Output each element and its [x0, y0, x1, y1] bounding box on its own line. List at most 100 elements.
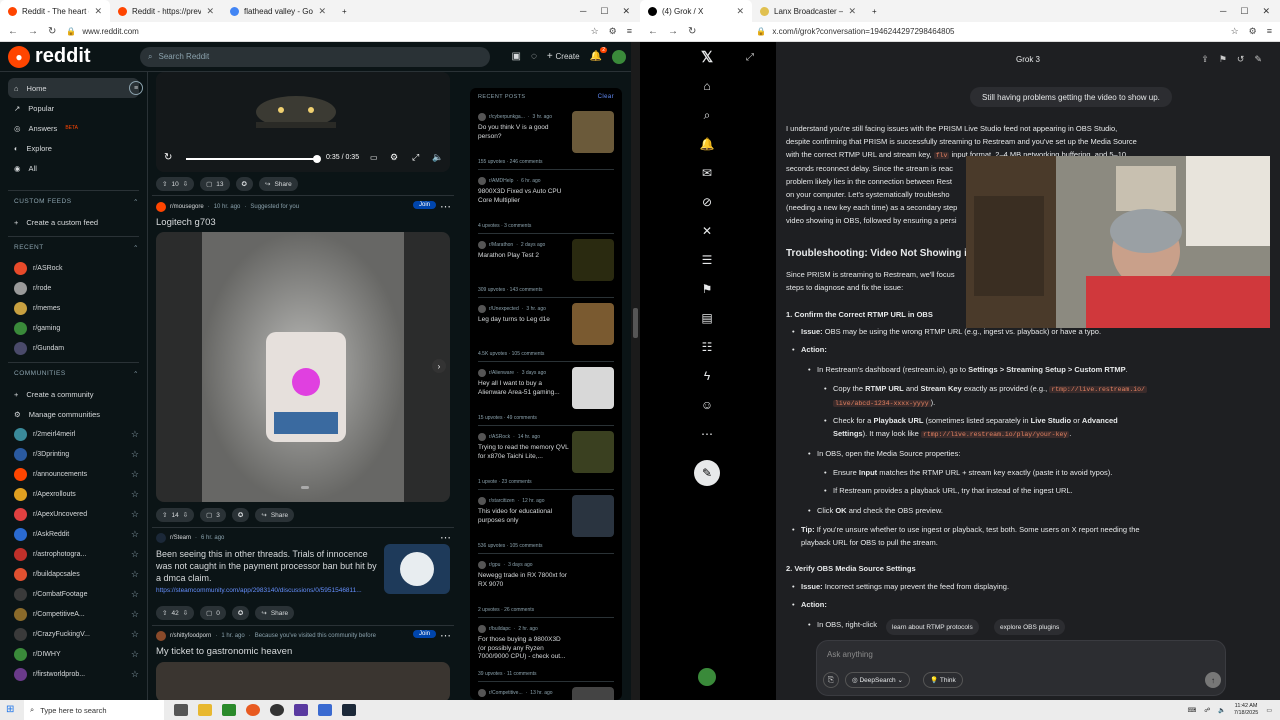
recent-post-title[interactable]: Trying to read the memory QVL for x870e …	[478, 444, 570, 461]
recent-post-item[interactable]: r/cyberpunkga... · 3 hr. ago Do you think V…	[478, 106, 614, 170]
think-button[interactable]: 💡 Think	[923, 672, 963, 688]
messages-icon[interactable]: ✉	[698, 164, 716, 182]
more-options-icon[interactable]: ⋯	[440, 200, 451, 213]
post-title[interactable]: Logitech g703	[156, 217, 216, 229]
favorite-star-icon[interactable]: ☆	[131, 649, 139, 660]
award-button[interactable]: ✪	[231, 508, 250, 522]
maximize-icon[interactable]: ☐	[1240, 6, 1248, 17]
recent-post-thumbnail[interactable]	[572, 687, 614, 700]
advertise-icon[interactable]: ▣	[512, 51, 521, 62]
close-tab-icon[interactable]: ✕	[848, 6, 856, 17]
bookmark-star-icon[interactable]: ☆	[1231, 26, 1239, 37]
recent-post-item[interactable]: r/starcitizen · 12 hr. ago This video for e…	[478, 490, 614, 554]
chat-icon[interactable]: ◌	[531, 51, 537, 62]
more-options-icon[interactable]: ⋯	[440, 531, 451, 544]
search-input[interactable]: ⌕ Search Reddit	[140, 46, 490, 67]
address-bar[interactable]: 🔒 www.reddit.com	[66, 25, 580, 39]
communities-icon[interactable]: ☷	[698, 338, 716, 356]
community-item[interactable]: r/ApexUncovered ☆	[8, 504, 139, 524]
join-button[interactable]: Join	[413, 630, 437, 638]
post-title[interactable]: My ticket to gastronomic heaven	[156, 646, 292, 658]
replay-icon[interactable]: ↻	[164, 152, 172, 163]
community-item[interactable]: r/buildapcsales ☆	[8, 564, 139, 584]
recent-community-item[interactable]: r/rode	[8, 278, 139, 298]
next-image-icon[interactable]: ›	[432, 359, 446, 373]
recent-community-item[interactable]: r/gaming	[8, 318, 139, 338]
new-tab-button[interactable]: +	[864, 0, 885, 22]
minimize-icon[interactable]: ─	[580, 6, 586, 17]
vote-control[interactable]: ⇧ 14 ⇩	[156, 508, 195, 522]
upvote-icon[interactable]: ⇧	[162, 180, 167, 188]
verified-orgs-icon[interactable]: ϟ	[698, 367, 716, 385]
communities-heading[interactable]: COMMUNITIES ⌃	[8, 362, 139, 384]
extensions-icon[interactable]: ⚙	[609, 26, 617, 37]
obs-icon[interactable]	[270, 704, 284, 716]
share-button[interactable]: ↪ Share	[255, 508, 295, 522]
avatar[interactable]	[612, 49, 626, 64]
sidebar-item-popular[interactable]: ↗ Popular	[8, 98, 139, 118]
food-image[interactable]	[156, 662, 450, 700]
xbox-icon[interactable]	[222, 704, 236, 716]
attach-icon[interactable]: ⎘	[823, 672, 839, 688]
notification-center-icon[interactable]: ▭	[1266, 707, 1272, 714]
favorite-star-icon[interactable]: ☆	[131, 569, 139, 580]
collapse-sidebar-icon[interactable]: ≡	[129, 81, 143, 95]
home-icon[interactable]: ⌂	[698, 77, 716, 95]
comments-button[interactable]: ▢ 0	[200, 606, 226, 620]
favorite-star-icon[interactable]: ☆	[131, 669, 139, 680]
recent-post-thumbnail[interactable]	[572, 239, 614, 281]
recent-post-thumbnail[interactable]	[572, 431, 614, 473]
suggestion-chip-rtmp[interactable]: learn about RTMP protocols	[886, 619, 979, 635]
steam-thumbnail[interactable]	[384, 544, 450, 594]
close-tab-icon[interactable]: ✕	[318, 6, 326, 17]
favorite-star-icon[interactable]: ☆	[131, 629, 139, 640]
vote-control[interactable]: ⇧ 42 ⇩	[156, 606, 195, 620]
post-button-icon[interactable]: ✎	[694, 460, 720, 486]
send-icon[interactable]: ↑	[1205, 672, 1221, 688]
scrollbar-thumb[interactable]	[633, 308, 638, 338]
suggestion-chip-obs-plugins[interactable]: explore OBS plugins	[994, 619, 1066, 635]
downvote-icon[interactable]: ⇩	[183, 511, 188, 519]
clock[interactable]: 11:42 AM 7/18/2025	[1234, 703, 1258, 717]
video-player[interactable]: ↻ 0:35 / 0:35 ▭ ⚙ ⤢ 🔈	[156, 72, 450, 172]
fullscreen-icon[interactable]: ⤢	[412, 152, 419, 163]
create-button[interactable]: + Create	[547, 51, 580, 62]
recent-post-item[interactable]: r/buildapc · 2 hr. ago For those buying a 9…	[478, 618, 614, 682]
recent-post-item[interactable]: r/Competitive...·13 hr. agoGuild Esports…	[478, 682, 614, 700]
notifications-icon[interactable]: 🔔	[698, 135, 716, 153]
clear-recent-button[interactable]: Clear	[598, 94, 614, 106]
sidebar-item-explore[interactable]: ◐ Explore	[8, 138, 139, 158]
recent-post-item[interactable]: r/Alienware · 3 days ago Hey all I want to …	[478, 362, 614, 426]
community-item[interactable]: r/announcements ☆	[8, 464, 139, 484]
model-selector[interactable]: Grok 3	[1016, 55, 1040, 64]
scrollbar[interactable]	[631, 42, 640, 700]
recent-post-title[interactable]: Newegg trade in RX 7800xt for RX 9070	[478, 572, 570, 589]
recent-heading[interactable]: RECENT ⌃	[8, 236, 139, 258]
manage-communities-button[interactable]: ⚙ Manage communities	[8, 404, 139, 424]
keyboard-icon[interactable]: ⌨	[1188, 707, 1197, 714]
join-button[interactable]: Join	[413, 201, 437, 209]
firefox-icon[interactable]	[246, 704, 260, 716]
tab-reddit[interactable]: Reddit - The heart of the intern✕	[0, 0, 110, 22]
share-button[interactable]: ↪ Share	[258, 177, 298, 191]
recent-post-item[interactable]: r/gpu · 3 days ago Newegg trade in RX 7800x…	[478, 554, 614, 618]
volume-icon[interactable]: 🔈	[432, 152, 443, 163]
recent-post-title[interactable]: 9800X3D Fixed vs Auto CPU Core Multiplie…	[478, 188, 570, 205]
community-item[interactable]: r/DIWHY ☆	[8, 644, 139, 664]
volume-icon[interactable]: 🔈	[1218, 707, 1225, 714]
reload-icon[interactable]: ↻	[48, 26, 56, 37]
task-view-icon[interactable]	[174, 704, 188, 716]
recent-post-item[interactable]: r/AMDHelp · 6 hr. ago 9800X3D Fixed vs Auto…	[478, 170, 614, 234]
downvote-icon[interactable]: ⇩	[183, 609, 188, 617]
more-options-icon[interactable]: ⋯	[440, 629, 451, 642]
recent-post-title[interactable]: This video for educational purposes only	[478, 508, 570, 525]
vote-control[interactable]: ⇧ 10 ⇩	[156, 177, 195, 191]
post-image-carousel[interactable]: ›	[156, 232, 450, 502]
comments-button[interactable]: ▢ 3	[200, 508, 226, 522]
tab-grok[interactable]: (4) Grok / X ✕	[640, 0, 752, 22]
video-progress-bar[interactable]	[186, 155, 321, 163]
sidebar-item-all[interactable]: ◉ All	[8, 158, 139, 178]
recent-post-title[interactable]: Do you think V is a good person?	[478, 124, 570, 141]
notifications-icon[interactable]: 🔔 2	[590, 47, 607, 62]
new-chat-icon[interactable]: ✎	[1254, 54, 1262, 65]
